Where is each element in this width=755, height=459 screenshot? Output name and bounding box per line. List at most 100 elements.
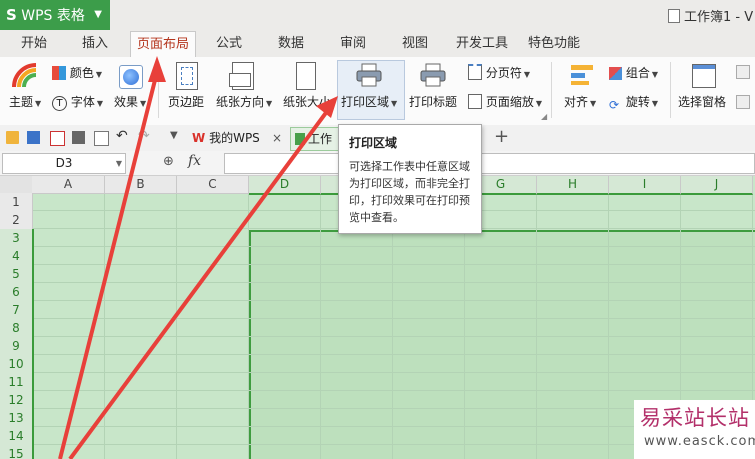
app-menu-button[interactable]: S WPS 表格 ▼ [0,0,110,30]
grid-line [320,193,321,459]
print-area-button[interactable]: 打印区域 ▼ [341,93,397,110]
document-title: 工作簿1 - V [684,10,754,25]
grid-line [32,264,755,265]
paper-size-button[interactable]: 纸张大小 [283,93,331,110]
page-break-button[interactable]: 分页符 ▼ [468,64,530,81]
tab-data[interactable]: 数据 [270,31,312,57]
print-preview-icon[interactable] [94,131,109,146]
theme-label: 主题 [9,95,34,109]
title-bar: S WPS 表格 ▼ 工作簿1 - V [0,0,755,31]
print-icon[interactable] [72,131,85,144]
colors-label: 颜色 [69,66,94,80]
qat-dropdown-icon[interactable]: ▼ [170,130,178,141]
tab-formulas[interactable]: 公式 [208,31,250,57]
grid-line [608,193,609,459]
orientation-label: 纸张方向 [216,95,265,109]
row-header-4[interactable]: 4 [0,247,34,266]
watermark-url: www.easck.com [644,434,755,449]
export-pdf-icon[interactable] [50,131,65,146]
font-icon: T [52,96,67,111]
row-header-11[interactable]: 11 [0,373,34,392]
row-header-3[interactable]: 3 [0,229,34,248]
grid-line [32,354,755,355]
tab-view[interactable]: 视图 [394,31,436,57]
theme-button[interactable]: 主题 ▼ [9,93,41,110]
row-header-5[interactable]: 5 [0,265,34,284]
doc-tab-workbook[interactable]: 工作 [290,127,342,151]
fonts-button[interactable]: T 字体 ▼ [52,93,103,111]
row-header-10[interactable]: 10 [0,355,34,374]
margins-button[interactable]: 页边距 [168,93,204,110]
dialog-launcher-icon[interactable]: ◢ [541,112,547,121]
wps-logo-icon: S [6,6,17,24]
align-button[interactable]: 对齐 ▼ [564,93,596,110]
tooltip-title: 打印区域 [349,136,398,150]
name-box[interactable]: D3 ▼ [2,153,126,174]
grid-line [176,193,177,459]
fx-icon[interactable]: fx [188,153,201,169]
effects-icon [119,65,143,89]
print-titles-button[interactable]: 打印标题 [409,93,457,110]
save-icon[interactable] [27,131,40,144]
new-tab-plus-icon[interactable]: + [494,126,509,147]
grid-line [248,193,249,459]
tab-home[interactable]: 开始 [14,31,54,57]
selection-pane-button[interactable]: 选择窗格 [678,93,726,110]
row-header-7[interactable]: 7 [0,301,34,320]
margins-icon [176,62,198,90]
page-break-icon [468,64,482,80]
undo-icon[interactable]: ↶ [116,128,128,144]
group-label: 组合 [625,66,650,80]
grid-line [32,300,755,301]
paper-size-icon [296,62,316,90]
row-header-2[interactable]: 2 [0,211,33,230]
rotate-button[interactable]: ⟳ 旋转 ▼ [609,93,658,112]
column-header-j[interactable]: J [681,176,753,195]
close-tab-icon[interactable]: × [272,127,282,149]
open-folder-icon[interactable] [6,131,19,144]
print-titles-label: 打印标题 [409,95,458,109]
column-header-d[interactable]: D [249,176,321,195]
tab-special-features[interactable]: 特色功能 [524,31,584,57]
theme-icon [12,63,37,88]
app-name: WPS 表格 [21,8,85,24]
redo-icon[interactable]: ↷ [138,128,150,144]
colors-button[interactable]: 颜色 ▼ [52,64,102,81]
row-header-1[interactable]: 1 [0,193,33,212]
page-zoom-button[interactable]: 页面缩放 ▼ [468,93,542,110]
send-backward-icon[interactable] [736,95,750,109]
column-header-i[interactable]: I [609,176,681,195]
row-header-9[interactable]: 9 [0,337,34,356]
column-header-b[interactable]: B [105,176,177,194]
zoom-search-icon[interactable]: ⊕ [163,154,174,169]
rotate-label: 旋转 [625,95,650,109]
column-header-a[interactable]: A [32,176,105,194]
page-zoom-label: 页面缩放 [485,95,534,109]
select-all-corner[interactable] [0,176,33,194]
tab-page-layout[interactable]: 页面布局 [130,31,196,59]
column-header-h[interactable]: H [537,176,609,195]
row-header-12[interactable]: 12 [0,391,34,410]
doc-tab-wps-home[interactable]: W 我的WPS × [188,127,284,149]
row-header-8[interactable]: 8 [0,319,34,338]
tab-insert[interactable]: 插入 [74,31,116,57]
column-header-c[interactable]: C [177,176,249,194]
doc-tab-wps-label: 我的WPS [209,131,260,145]
effects-button[interactable]: 效果 ▼ [114,93,146,110]
formula-input[interactable] [224,153,755,174]
grid-line [32,390,755,391]
tooltip-body: 可选择工作表中任意区域为打印区域，而非完全打印，打印效果可在打印预览中查看。 [349,160,470,224]
group-button[interactable]: 组合 ▼ [609,64,658,81]
watermark-logo: 易采站长站 www.easck.com [634,400,755,459]
wps-w-icon: W [192,131,206,145]
tab-review[interactable]: 审阅 [332,31,374,57]
row-header-13[interactable]: 13 [0,409,34,428]
row-header-15[interactable]: 15 [0,445,34,459]
tab-developer[interactable]: 开发工具 [452,31,512,57]
print-area-tooltip: 打印区域 可选择工作表中任意区域为打印区域，而非完全打印，打印效果可在打印预览中… [338,124,482,234]
bring-forward-icon[interactable] [736,65,750,79]
orientation-button[interactable]: 纸张方向 ▼ [216,93,272,110]
name-box-value: D3 [55,156,73,170]
row-header-6[interactable]: 6 [0,283,34,302]
row-header-14[interactable]: 14 [0,427,34,446]
